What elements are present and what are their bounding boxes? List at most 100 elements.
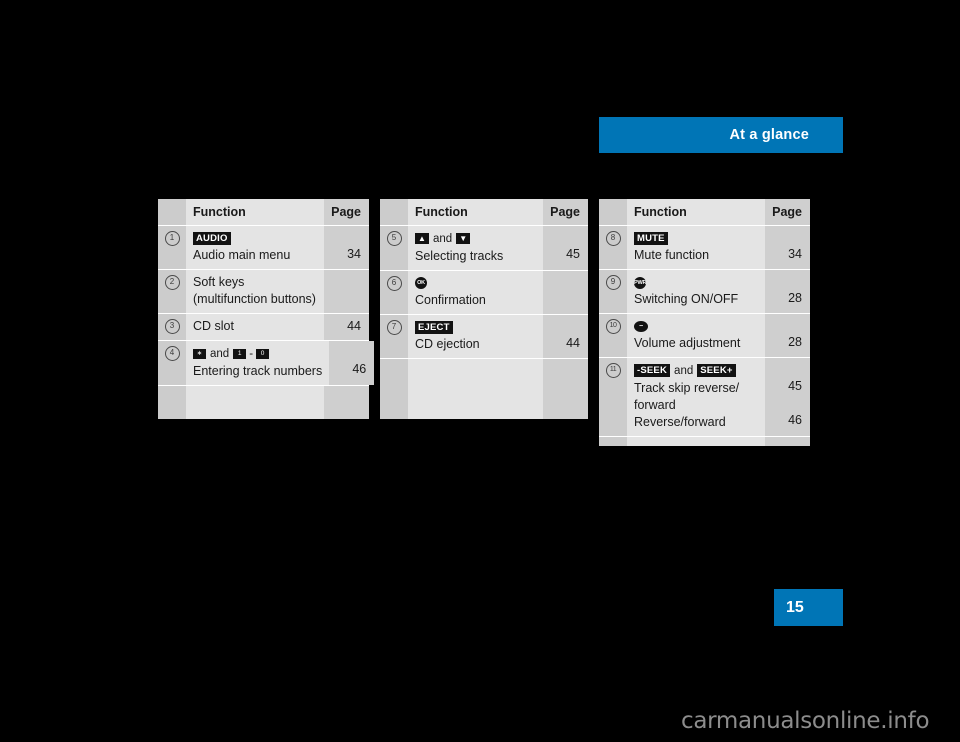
legend-table-3: Function Page 8 MUTE Mute function 34 9 PWR Swit…: [599, 199, 810, 446]
function-description: Reverse/forward: [634, 414, 726, 429]
header-page-cell: Page: [543, 199, 588, 225]
header-index-cell: [158, 199, 186, 225]
row-page-cell: [543, 270, 588, 314]
row-index-cell: 9: [599, 270, 627, 313]
table-filler-row: [599, 435, 810, 446]
function-description: Switching ON/OFF: [634, 292, 739, 306]
page-cell-spacer: [328, 230, 361, 246]
page-cell-spacer: [769, 274, 802, 290]
row-function-cell: ∗ and 1-0 Entering track numbers: [186, 341, 330, 385]
arrow-button-icon: ▼: [456, 233, 471, 245]
function-description: forward: [634, 397, 676, 412]
page-cell-spacer: [547, 275, 580, 291]
range-dash: -: [249, 347, 254, 360]
header-function-cell: Function: [627, 199, 765, 225]
section-header-bar: At a glance: [599, 117, 843, 153]
page-cell-spacer: [547, 319, 580, 335]
page-reference: [769, 395, 802, 412]
control-icon-row: AUDIO: [193, 230, 317, 247]
table-header-row: Function Page: [380, 199, 588, 225]
page-number: 15: [786, 598, 804, 616]
header-page-cell: Page: [324, 199, 369, 225]
row-function-cell: Soft keys (multifunction buttons): [186, 270, 324, 313]
row-index-cell: 5: [380, 226, 408, 270]
legend-table-2: Function Page 5 ▲ and ▼ Selecting tracks 45 6 OK C…: [380, 199, 588, 419]
row-index-cell: 3: [158, 314, 186, 340]
table-row: 3 CD slot 44: [158, 313, 369, 340]
page-reference: 34: [788, 247, 802, 261]
row-function-cell: EJECT CD ejection: [408, 314, 543, 358]
control-icon-row: −: [634, 318, 758, 335]
row-function-cell: AUDIO Audio main menu: [186, 226, 324, 269]
header-index-cell: [380, 199, 408, 225]
function-description: Volume adjustment: [634, 336, 741, 350]
header-function-cell: Function: [186, 199, 324, 225]
function-description: Entering track numbers: [193, 363, 323, 378]
callout-number-icon: 3: [164, 319, 180, 334]
row-page-cell: 44: [324, 314, 369, 340]
filler-page-cell: [324, 385, 369, 419]
row-function-cell: − Volume adjustment: [627, 314, 765, 357]
filler-page-cell: [543, 358, 588, 419]
round-button-icon: OK: [415, 277, 427, 290]
row-index-cell: 8: [599, 226, 627, 269]
row-page-cell: 46: [329, 341, 375, 385]
page-reference: 44: [566, 335, 580, 350]
function-description: (multifunction buttons): [193, 292, 316, 306]
page-reference: 34: [347, 247, 361, 261]
callout-number-icon: 6: [386, 275, 402, 291]
filler-index-cell: [158, 385, 186, 419]
function-description: CD ejection: [415, 336, 480, 351]
callout-number-icon: 2: [164, 275, 180, 290]
row-page-cell: 34: [324, 226, 369, 269]
function-description: Confirmation: [415, 292, 486, 307]
control-icon-row: EJECT: [415, 319, 536, 336]
keypad-button-icon: 1: [233, 348, 247, 359]
filler-function-cell: [408, 358, 543, 419]
callout-number-icon: 8: [605, 231, 621, 246]
callout-number-icon: 9: [605, 275, 621, 290]
control-icon-row: ∗ and 1-0: [193, 345, 322, 363]
header-function-cell: Function: [408, 199, 543, 225]
row-function-cell: OK Confirmation: [408, 270, 543, 314]
page-reference: 45: [788, 379, 802, 393]
row-index-cell: 10: [599, 314, 627, 357]
table-header-row: Function Page: [599, 199, 810, 225]
key-label-badge: SEEK+: [697, 364, 736, 378]
table-row: 9 PWR Switching ON/OFF 28: [599, 269, 810, 313]
page-reference: [328, 291, 361, 308]
row-index-cell: 7: [380, 314, 408, 358]
table-row: 11 -SEEK and SEEK+ Track skip reverse/forwar…: [599, 357, 810, 436]
row-page-cell: 28: [765, 314, 810, 357]
row-function-cell: ▲ and ▼ Selecting tracks: [408, 226, 543, 270]
function-description: Soft keys: [193, 275, 245, 289]
filler-index-cell: [599, 436, 627, 446]
row-page-cell: [324, 270, 369, 313]
key-label-badge: -SEEK: [634, 364, 671, 378]
page-cell-spacer: [333, 345, 366, 361]
filler-function-cell: [186, 385, 324, 419]
function-description: Audio main menu: [193, 248, 291, 262]
page-number-badge: 15: [774, 589, 843, 626]
page-reference: [328, 274, 361, 291]
control-icon-row: MUTE: [634, 230, 758, 247]
table-filler-row: [158, 384, 369, 419]
header-page-cell: Page: [765, 199, 810, 225]
table-row: 6 OK Confirmation: [380, 269, 588, 314]
function-description: Selecting tracks: [415, 248, 504, 263]
row-page-cell: 34: [765, 226, 810, 269]
page-cell-spacer: [547, 230, 580, 246]
row-function-cell: MUTE Mute function: [627, 226, 765, 269]
function-description: Mute function: [634, 248, 710, 262]
table-row: 7 EJECT CD ejection 44: [380, 313, 588, 358]
control-icon-row: -SEEK and SEEK+: [634, 362, 758, 380]
page-reference: 28: [788, 291, 802, 305]
control-icon-row: OK: [415, 275, 536, 292]
callout-number-icon: 7: [386, 319, 402, 335]
row-index-cell: 2: [158, 270, 186, 313]
table-filler-row: [380, 357, 588, 419]
volume-knob-icon: −: [634, 321, 648, 333]
callout-number-icon: 10: [605, 319, 621, 334]
keypad-button-icon: ∗: [193, 348, 206, 359]
table-row: 10 − Volume adjustment 28: [599, 313, 810, 357]
